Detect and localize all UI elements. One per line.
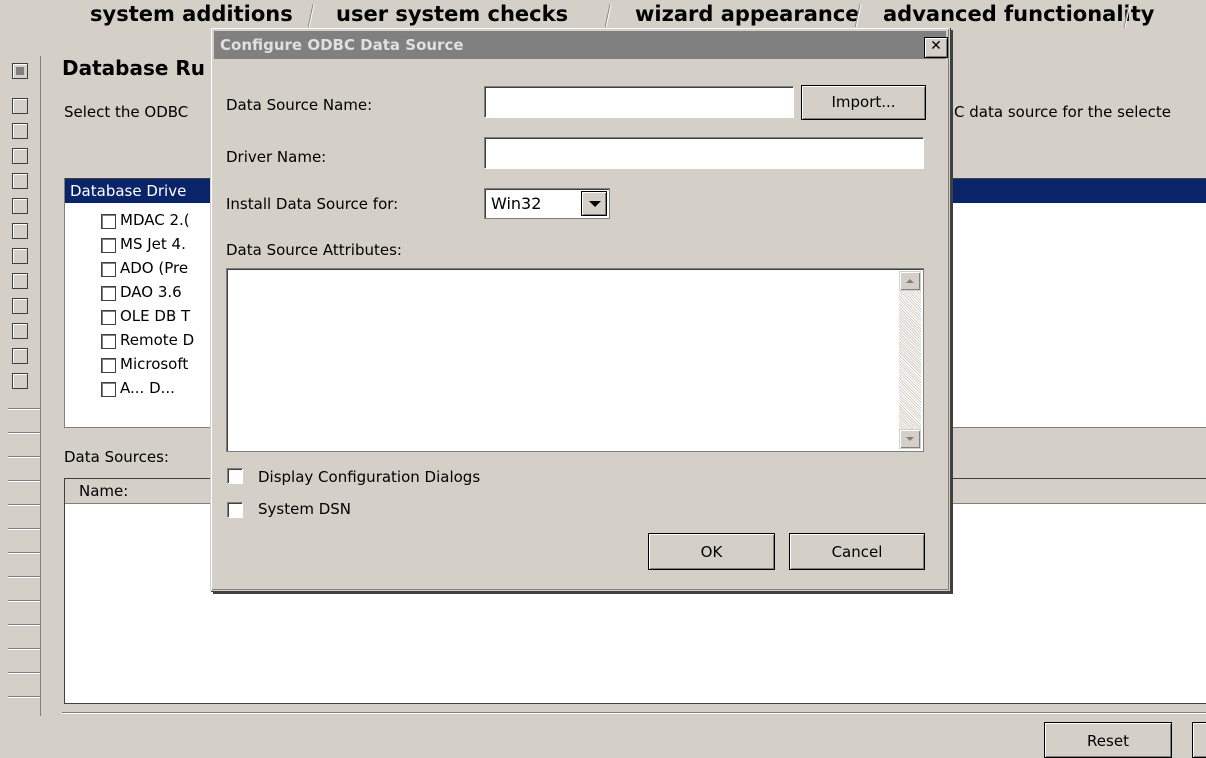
driver-label: ADO (Pre [120,259,189,277]
strip-divider [8,600,40,602]
strip-divider [8,456,40,458]
tab-user-system-checks[interactable]: user system checks [336,2,568,30]
driver-checkbox[interactable] [101,214,116,229]
step-indicator-active[interactable] [12,63,28,79]
strip-divider [8,504,40,506]
chevron-down-icon[interactable] [581,191,607,216]
strip-divider [8,576,40,578]
system-dsn-checkbox[interactable] [227,502,243,518]
driver-name-label: Driver Name: [226,148,327,166]
name-column-label: Name: [79,482,129,500]
driver-checkbox[interactable] [101,382,116,397]
step-indicator[interactable] [12,298,28,314]
driver-label: OLE DB T [120,307,191,325]
import-button[interactable]: Import... [801,85,926,120]
step-indicator[interactable] [12,373,28,389]
driver-checkbox[interactable] [101,310,116,325]
driver-label: Remote D [120,331,195,349]
driver-name-input[interactable] [484,137,924,169]
strip-divider [8,480,40,482]
driver-list-header-label: Database Drive [70,182,187,200]
tab-separator [604,4,612,28]
strip-divider [8,648,40,650]
reset-button-label: Reset [1087,732,1129,750]
driver-checkbox[interactable] [101,334,116,349]
driver-checkbox[interactable] [101,238,116,253]
dsn-label: Data Source Name: [226,96,373,114]
strip-divider [8,528,40,530]
display-config-dialogs-label: Display Configuration Dialogs [258,468,481,486]
install-for-value: Win32 [491,194,542,213]
strip-divider [8,408,40,410]
ok-button-label: OK [700,543,723,561]
driver-label: DAO 3.6 [120,283,182,301]
driver-label: MDAC 2.( [120,211,190,229]
tab-wizard-appearance[interactable]: wizard appearance [635,2,860,30]
install-for-label: Install Data Source for: [226,195,399,213]
data-source-name-input[interactable] [484,86,794,118]
data-sources-label: Data Sources: [64,448,169,466]
strip-divider [8,696,40,698]
step-indicator[interactable] [12,123,28,139]
step-indicator[interactable] [12,223,28,239]
step-indicator[interactable] [12,323,28,339]
driver-label: MS Jet 4. [120,235,186,253]
cancel-button[interactable]: Cancel [789,533,925,570]
strip-divider [8,624,40,626]
driver-checkbox[interactable] [101,358,116,373]
strip-divider [8,552,40,554]
step-indicator[interactable] [12,348,28,364]
reset-button[interactable]: Reset [1044,722,1172,758]
driver-checkbox[interactable] [101,262,116,277]
strip-divider [8,672,40,674]
page-description-continued: BC data source for the selecte [944,103,1171,121]
ok-button[interactable]: OK [648,533,775,570]
driver-label: Microsoft [120,355,189,373]
bottom-divider [62,712,1206,714]
attributes-label: Data Source Attributes: [226,241,402,259]
install-for-select[interactable]: Win32 [484,188,610,219]
driver-checkbox[interactable] [101,286,116,301]
scroll-down-icon[interactable] [899,429,921,449]
page-title: Database Ru [62,56,206,80]
tab-advanced-functionality[interactable]: advanced functionality [883,2,1154,30]
tab-system-additions[interactable]: system additions [90,2,293,30]
import-button-label: Import... [831,93,896,111]
data-source-attributes-textarea[interactable] [226,268,924,452]
close-icon[interactable]: ✕ [924,37,948,58]
tab-separator [307,4,315,28]
cancel-button-label: Cancel [831,543,883,561]
step-indicator[interactable] [12,173,28,189]
driver-label: A... D... [120,379,175,397]
step-indicator[interactable] [12,273,28,289]
strip-divider [8,432,40,434]
dialog-title: Configure ODBC Data Source [220,36,464,54]
step-indicator[interactable] [12,98,28,114]
system-dsn-label: System DSN [258,500,351,518]
vertical-scrollbar[interactable] [899,271,921,449]
next-button-partial[interactable] [1192,722,1206,758]
step-indicator[interactable] [12,248,28,264]
step-indicator[interactable] [12,148,28,164]
page-description: Select the ODBC [64,103,189,121]
scroll-up-icon[interactable] [899,271,921,291]
display-config-dialogs-checkbox[interactable] [227,468,243,484]
configure-odbc-dialog: Configure ODBC Data Source ✕ Data Source… [210,27,950,591]
step-indicator[interactable] [12,198,28,214]
dialog-titlebar[interactable]: Configure ODBC Data Source ✕ [214,31,948,59]
